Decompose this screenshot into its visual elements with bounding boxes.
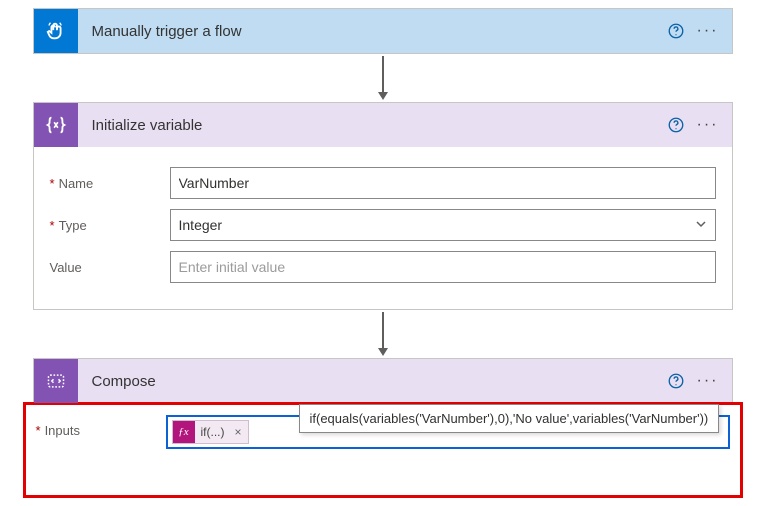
name-label: Name xyxy=(50,176,170,191)
variable-title: Initialize variable xyxy=(78,117,660,134)
connector-arrow xyxy=(375,54,391,102)
annotation-highlight: Inputs ƒx if(...) × if(equals(variables(… xyxy=(23,402,743,498)
expression-token[interactable]: ƒx if(...) × xyxy=(172,420,249,444)
value-input[interactable] xyxy=(170,251,716,283)
type-select[interactable]: Integer xyxy=(170,209,716,241)
variable-body: Name Type Integer Value xyxy=(34,147,732,309)
code-icon xyxy=(34,359,78,403)
more-button[interactable]: ··· xyxy=(692,15,724,47)
more-button[interactable]: ··· xyxy=(692,109,724,141)
inputs-label: Inputs xyxy=(36,415,166,438)
remove-token-button[interactable]: × xyxy=(231,425,246,439)
variable-header[interactable]: Initialize variable ··· xyxy=(34,103,732,147)
token-label: if(...) xyxy=(195,425,231,439)
expression-tooltip: if(equals(variables('VarNumber'),0),'No … xyxy=(299,404,720,433)
name-input[interactable] xyxy=(170,167,716,199)
value-label: Value xyxy=(50,260,170,275)
compose-title: Compose xyxy=(78,373,660,390)
more-button[interactable]: ··· xyxy=(692,365,724,397)
trigger-title: Manually trigger a flow xyxy=(78,23,660,40)
connector-arrow xyxy=(375,310,391,358)
compose-header[interactable]: Compose ··· xyxy=(34,359,732,403)
help-button[interactable] xyxy=(660,109,692,141)
type-value: Integer xyxy=(179,217,223,233)
help-button[interactable] xyxy=(660,365,692,397)
trigger-header[interactable]: Manually trigger a flow ··· xyxy=(34,9,732,53)
compose-card[interactable]: Compose ··· xyxy=(33,358,733,404)
help-button[interactable] xyxy=(660,15,692,47)
initialize-variable-card[interactable]: Initialize variable ··· Name Type Intege… xyxy=(33,102,733,310)
fx-icon: ƒx xyxy=(173,421,195,443)
braces-icon xyxy=(34,103,78,147)
type-label: Type xyxy=(50,218,170,233)
chevron-down-icon xyxy=(695,217,707,233)
touch-icon xyxy=(34,9,78,53)
trigger-card[interactable]: Manually trigger a flow ··· xyxy=(33,8,733,54)
